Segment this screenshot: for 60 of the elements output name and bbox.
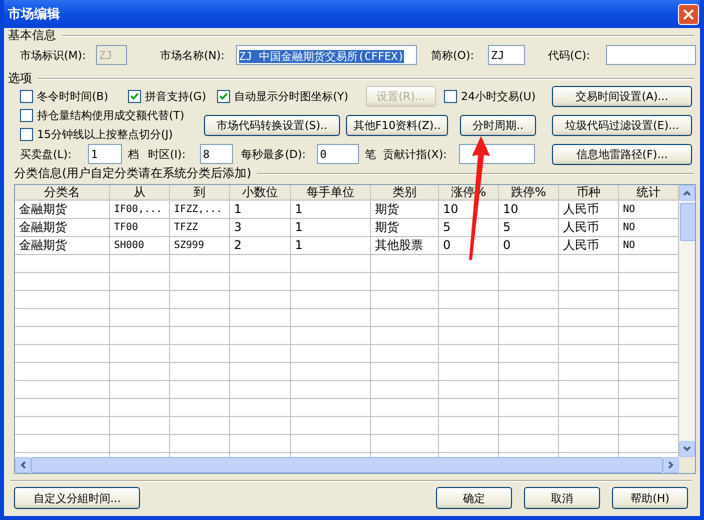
dialog-button[interactable]: 帮助(H)	[612, 487, 688, 509]
table-cell: 5	[499, 219, 559, 237]
dialog-button[interactable]: 取消	[524, 487, 600, 509]
checkbox-label[interactable]: 15分钟线以上按整点切分(J)	[37, 127, 173, 142]
field-label: 买卖盘(L):	[20, 146, 72, 162]
table-cell: 1	[291, 219, 371, 237]
table-cell: TF00	[110, 219, 170, 237]
table-cell: 金融期货	[15, 201, 110, 219]
group-title: 选项	[8, 70, 32, 87]
unit-label: 档	[128, 146, 139, 162]
column-header[interactable]: 类别	[371, 185, 439, 201]
field-label: 时区(I):	[148, 146, 186, 162]
field-label: 市场标识(M):	[20, 48, 86, 62]
checkbox-label[interactable]: 冬令时时间(B)	[37, 89, 108, 104]
window-title: 市场编辑	[7, 6, 60, 23]
column-header[interactable]: 到	[170, 185, 230, 201]
checkbox-label[interactable]: 自动显示分时图坐标(Y)	[234, 89, 348, 104]
column-header[interactable]: 统计	[619, 185, 679, 201]
option-button[interactable]: 交易时间设置(A)...	[552, 86, 692, 107]
option-button[interactable]: 市场代码转换设置(S)..	[204, 114, 340, 136]
table-cell: TFZZ	[170, 219, 230, 237]
field-label: 代码(C):	[548, 48, 590, 62]
table-cell: IFZZ,...	[170, 201, 230, 219]
number-field[interactable]: 8	[200, 144, 233, 164]
field-label: 市场名称(N):	[160, 48, 225, 62]
table-cell: 人民币	[559, 201, 619, 219]
checkbox-label[interactable]: 持仓量结构使用成交额代替(T)	[37, 108, 184, 123]
custom-group-time-button[interactable]: 自定义分組时间...	[14, 487, 140, 509]
unit-label: 笔	[365, 146, 376, 162]
column-header[interactable]: 小数位	[230, 185, 291, 201]
table-cell: 1	[291, 201, 371, 219]
group-title: 基本信息	[8, 27, 56, 44]
text-field[interactable]: ZJ 中国金融期货交易所(CFFEX)	[236, 45, 417, 65]
checkbox-label[interactable]: 24小时交易(U)	[461, 89, 536, 104]
field-label: 贡献计指(X):	[383, 146, 447, 162]
number-field[interactable]: 1	[88, 144, 122, 164]
column-header[interactable]: 分类名	[15, 185, 110, 201]
checkbox-label[interactable]: 拼音支持(G)	[145, 89, 206, 104]
table-cell: 金融期货	[15, 219, 110, 237]
column-header[interactable]: 币种	[559, 185, 619, 201]
number-field[interactable]: 0	[317, 144, 359, 164]
group-title: 分类信息(用户自定分类请在系统分类后添加)	[14, 165, 252, 182]
table-cell: 期货	[371, 201, 439, 219]
text-field[interactable]: ZJ	[488, 45, 525, 65]
column-header[interactable]: 跌停%	[499, 185, 559, 201]
option-button[interactable]: 信息地雷路径(F)...	[552, 144, 692, 164]
option-button[interactable]: 其他F10资料(Z)..	[346, 114, 448, 136]
table-cell: 人民币	[559, 219, 619, 237]
column-header[interactable]: 从	[110, 185, 170, 201]
table-cell: 3	[230, 219, 291, 237]
option-button[interactable]: 垃圾代码过滤设置(E)...	[552, 114, 692, 136]
field-label: 简称(O):	[431, 48, 474, 62]
table-cell: 10	[499, 201, 559, 219]
option-button[interactable]: 分时周期..	[460, 114, 536, 136]
table-cell: 1	[230, 201, 291, 219]
field-label: 每秒最多(D):	[241, 146, 306, 162]
dialog-button[interactable]: 确定	[436, 487, 512, 509]
column-header[interactable]: 每手单位	[291, 185, 371, 201]
table-cell: IF00,...	[110, 201, 170, 219]
table-cell: 期货	[371, 219, 439, 237]
